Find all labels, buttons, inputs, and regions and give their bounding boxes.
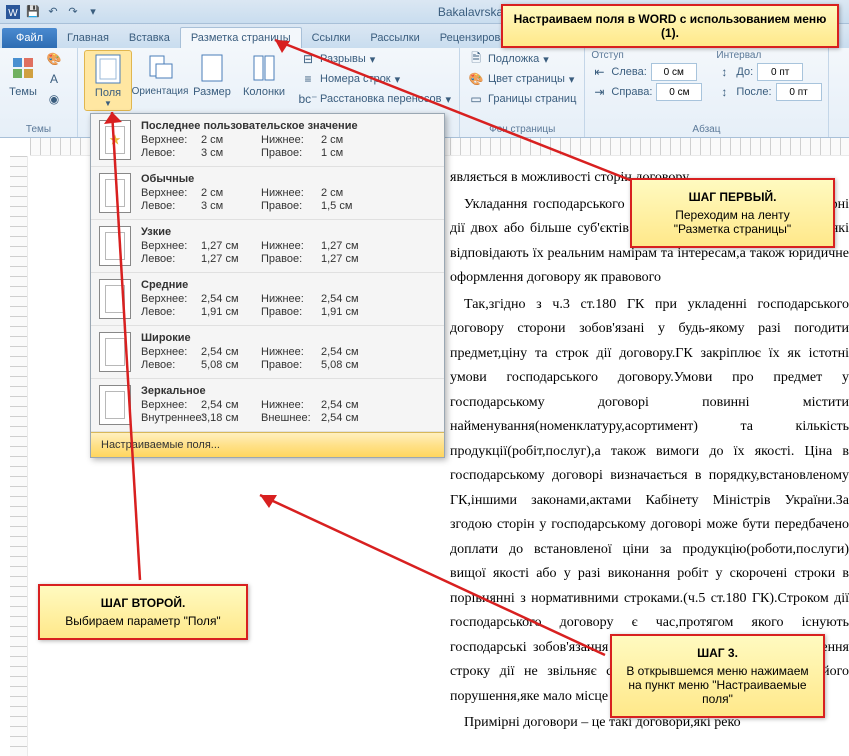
callout-step3: ШАГ 3. В открывшемся меню нажимаем на пу…	[610, 634, 825, 718]
margin-preset[interactable]: Зеркальное Верхнее:2,54 смНижнее:2,54 см…	[91, 379, 444, 432]
hyphenation-button[interactable]: bc⁻Расстановка переносов▾	[298, 90, 453, 108]
preset-icon	[99, 332, 131, 372]
tab-home[interactable]: Главная	[57, 28, 119, 48]
size-icon	[196, 52, 228, 84]
preset-icon	[99, 120, 131, 160]
indent-right-icon: ⇥	[591, 84, 607, 100]
spacing-label: Интервал	[716, 50, 821, 61]
quick-access-toolbar: W 💾 ↶ ↷ ▾	[4, 3, 102, 21]
callout-step2: ШАГ ВТОРОЙ. Выбираем параметр "Поля"	[38, 584, 248, 640]
margin-preset[interactable]: Широкие Верхнее:2,54 смНижнее:2,54 см Ле…	[91, 326, 444, 379]
page-borders-button[interactable]: ▭Границы страниц	[466, 90, 578, 108]
preset-title: Обычные	[141, 173, 436, 185]
tab-mailings[interactable]: Рассылки	[360, 28, 429, 48]
themes-group-label: Темы	[6, 122, 71, 137]
page-borders-icon: ▭	[468, 91, 484, 107]
margin-preset[interactable]: Средние Верхнее:2,54 смНижнее:2,54 см Ле…	[91, 273, 444, 326]
preset-icon	[99, 279, 131, 319]
undo-icon[interactable]: ↶	[44, 3, 62, 21]
tab-page-layout[interactable]: Разметка страницы	[180, 27, 302, 48]
themes-icon	[7, 52, 39, 84]
svg-text:W: W	[8, 8, 18, 19]
preset-icon	[99, 173, 131, 213]
page-color-button[interactable]: 🎨Цвет страницы▾	[466, 70, 578, 88]
margin-preset[interactable]: Последнее пользовательское значение Верх…	[91, 114, 444, 167]
redo-icon[interactable]: ↷	[64, 3, 82, 21]
preset-title: Узкие	[141, 226, 436, 238]
theme-colors[interactable]: 🎨	[44, 50, 64, 68]
page-bg-label: Фон страницы	[466, 122, 578, 137]
callout-top: Настраиваем поля в WORD с использованием…	[501, 4, 839, 48]
line-numbers-icon: ≡	[300, 71, 316, 87]
preset-title: Последнее пользовательское значение	[141, 120, 436, 132]
breaks-button[interactable]: ⊟Разрывы▾	[298, 50, 453, 68]
theme-effects[interactable]: ◉	[44, 90, 64, 108]
preset-title: Широкие	[141, 332, 436, 344]
columns-icon	[248, 52, 280, 84]
preset-title: Средние	[141, 279, 436, 291]
watermark-icon: 🗎	[468, 51, 484, 67]
vertical-ruler[interactable]	[10, 156, 28, 756]
line-numbers-button[interactable]: ≡Номера строк▾	[298, 70, 453, 88]
preset-icon	[99, 385, 131, 425]
tab-references[interactable]: Ссылки	[302, 28, 361, 48]
paragraph-label: Абзац	[591, 122, 821, 137]
margins-icon	[92, 53, 124, 85]
tab-insert[interactable]: Вставка	[119, 28, 180, 48]
watermark-button[interactable]: 🗎Подложка▾	[466, 50, 578, 68]
callout-step1: ШАГ ПЕРВЫЙ. Переходим на ленту "Разметка…	[630, 178, 835, 248]
theme-fonts[interactable]: A	[44, 70, 64, 88]
indent-right-input[interactable]	[656, 83, 702, 101]
hyphenation-icon: bc⁻	[300, 91, 316, 107]
breaks-icon: ⊟	[300, 51, 316, 67]
margin-preset[interactable]: Обычные Верхнее:2 смНижнее:2 см Левое:3 …	[91, 167, 444, 220]
margins-dropdown: Последнее пользовательское значение Верх…	[90, 113, 445, 458]
margins-button[interactable]: Поля ▼	[84, 50, 132, 111]
columns-button[interactable]: Колонки	[240, 50, 288, 100]
page-color-icon: 🎨	[468, 71, 484, 87]
orientation-icon	[144, 52, 176, 84]
indent-left-input[interactable]	[651, 63, 697, 81]
orientation-button[interactable]: Ориентация	[136, 50, 184, 99]
file-tab[interactable]: Файл	[2, 28, 57, 48]
more-icon[interactable]: ▾	[84, 3, 102, 21]
word-icon[interactable]: W	[4, 3, 22, 21]
spacing-after-icon: ↕	[716, 84, 732, 100]
custom-margins-item[interactable]: Настраиваемые поля...	[91, 432, 444, 457]
themes-button[interactable]: Темы	[6, 50, 40, 100]
preset-icon	[99, 226, 131, 266]
indent-label: Отступ	[591, 50, 702, 61]
size-button[interactable]: Размер	[188, 50, 236, 100]
margin-preset[interactable]: Узкие Верхнее:1,27 смНижнее:1,27 см Лево…	[91, 220, 444, 273]
spacing-before-icon: ↕	[716, 64, 732, 80]
preset-title: Зеркальное	[141, 385, 436, 397]
indent-left-icon: ⇤	[591, 64, 607, 80]
spacing-after-input[interactable]	[776, 83, 822, 101]
spacing-before-input[interactable]	[757, 63, 803, 81]
save-icon[interactable]: 💾	[24, 3, 42, 21]
